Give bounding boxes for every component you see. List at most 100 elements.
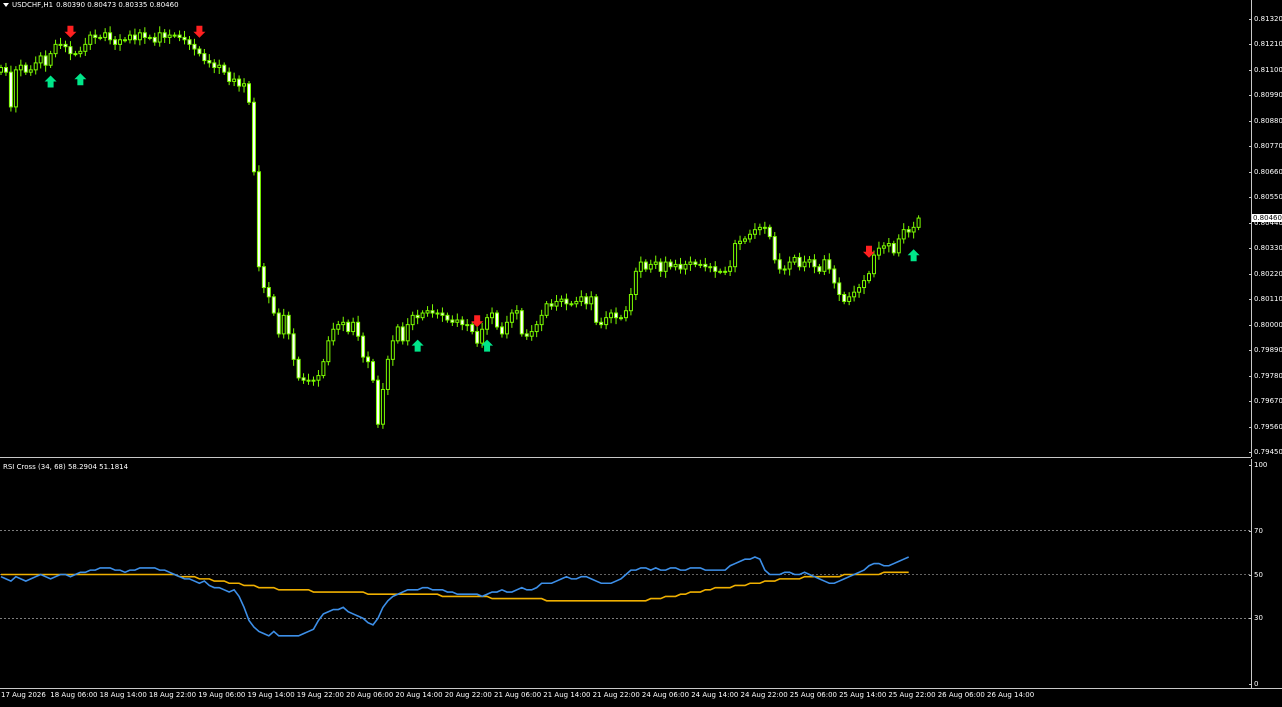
- bull-candle-body: [876, 247, 881, 256]
- bear-candle-body: [256, 171, 261, 268]
- bull-candle-body: [673, 263, 678, 268]
- bear-candle-body: [247, 83, 251, 103]
- time-axis-label: 24 Aug 06:00: [641, 691, 690, 699]
- rsi-slow-line: [1, 571, 909, 602]
- price-axis[interactable]: 0.81320 0.81210 0.81100 0.80990 0.80880 0.807…: [1249, 0, 1282, 457]
- bull-candle-body: [653, 261, 658, 265]
- bull-candle-body: [718, 270, 723, 273]
- main-chart-pane[interactable]: [0, 0, 1251, 456]
- rsi-cross-chart[interactable]: [0, 459, 1251, 688]
- bear-candle-body: [132, 34, 137, 41]
- indicator-tick-mark: [1249, 618, 1252, 620]
- bear-candle-body: [261, 266, 266, 289]
- bull-candle-body: [53, 43, 58, 55]
- bull-candle-body: [534, 324, 539, 333]
- dropdown-triangle-icon[interactable]: [3, 3, 9, 7]
- bear-candle-body: [68, 46, 73, 55]
- bear-candle-body: [797, 256, 802, 268]
- bull-candle-body: [435, 312, 440, 315]
- indicator-pane[interactable]: [0, 459, 1251, 688]
- time-axis-label: 26 Aug 06:00: [937, 691, 985, 699]
- bull-candle-body: [648, 263, 653, 270]
- time-axis[interactable]: 17 Aug 2026 18 Aug 06:00 18 Aug 14:00 18 Au…: [0, 688, 1282, 707]
- indicator-tick-mark: [1249, 684, 1252, 685]
- bear-candle-body: [8, 71, 13, 108]
- bear-candle-body: [584, 296, 589, 305]
- bear-candle-body: [227, 71, 232, 82]
- indicator-scale-label: 50: [1254, 570, 1263, 579]
- time-axis-label: 18 Aug 06:00: [50, 691, 98, 699]
- bull-candle-body: [574, 300, 579, 305]
- bull-candle-body: [698, 263, 703, 266]
- bull-candle-body: [554, 300, 559, 307]
- bear-candle-body: [832, 268, 837, 284]
- bull-candle-body: [385, 358, 390, 390]
- bull-candle-body: [341, 321, 346, 326]
- chart-symbol-header: USDCHF,H1 0.80390 0.80473 0.80335 0.8046…: [3, 1, 179, 9]
- bull-candle-body: [28, 69, 33, 73]
- price-tick-label: 0.81210: [1254, 40, 1282, 49]
- bull-candle-body: [504, 321, 509, 335]
- bull-candle-body: [485, 317, 490, 330]
- bull-candle-body: [747, 233, 752, 240]
- arrow-up-shape: [44, 75, 57, 88]
- indicator-tick-mark: [1249, 465, 1252, 466]
- bull-candle-body: [48, 53, 53, 66]
- bear-candle-body: [197, 48, 202, 55]
- bear-candle-body: [668, 261, 673, 268]
- indicator-tick-mark: [1249, 530, 1252, 532]
- bull-candle-body: [78, 50, 83, 55]
- bear-candle-body: [658, 261, 663, 272]
- price-tick-label: 0.81100: [1254, 65, 1282, 74]
- indicator-scale-axis[interactable]: 100 70 50 30 0: [1249, 459, 1282, 689]
- bull-candle-body: [638, 261, 643, 272]
- bear-candle-body: [63, 43, 68, 48]
- buy-arrow-icon: [74, 73, 87, 86]
- bear-candle-body: [599, 321, 604, 326]
- price-tick-label: 0.79670: [1254, 397, 1282, 406]
- bear-candle-body: [182, 36, 187, 41]
- bear-candle-body: [251, 101, 256, 173]
- bull-candle-body: [316, 375, 321, 381]
- bull-candle-body: [98, 36, 103, 39]
- bull-candle-body: [321, 361, 326, 377]
- bull-candle-body: [118, 39, 123, 45]
- bull-candle-body: [852, 291, 857, 298]
- bear-candle-body: [361, 335, 366, 358]
- bull-candle-body: [455, 319, 460, 323]
- bull-candle-body: [217, 64, 222, 69]
- price-tick-mark: [1249, 120, 1252, 122]
- bear-candle-body: [519, 310, 524, 335]
- bear-candle-body: [440, 312, 445, 316]
- bear-candle-body: [450, 319, 455, 323]
- bull-candle-body: [683, 263, 688, 270]
- bear-candle-body: [276, 312, 281, 335]
- bull-candle-body: [425, 310, 430, 314]
- candlestick-chart[interactable]: [0, 0, 1251, 456]
- arrow-up-shape: [411, 339, 424, 352]
- bull-candle-body: [420, 312, 425, 319]
- bull-candle-body: [633, 270, 638, 296]
- bull-candle-body: [0, 67, 3, 73]
- bull-candle-body: [514, 310, 519, 314]
- bull-candle-body: [544, 303, 549, 316]
- pane-separator[interactable]: [0, 457, 1251, 458]
- buy-arrow-icon: [411, 339, 424, 352]
- bear-candle-body: [703, 263, 708, 268]
- bull-candle-body: [792, 256, 797, 263]
- indicator-scale-label: 70: [1254, 526, 1263, 535]
- bear-candle-body: [207, 60, 212, 64]
- time-axis-label: 19 Aug 14:00: [247, 691, 295, 699]
- bull-candle-body: [822, 259, 827, 272]
- bear-candle-body: [177, 34, 182, 38]
- bear-candle-body: [693, 261, 698, 265]
- bear-candle-body: [375, 379, 380, 425]
- bull-candle-body: [708, 266, 713, 269]
- time-axis-label: 19 Aug 06:00: [198, 691, 246, 699]
- arrow-down-shape: [64, 25, 77, 38]
- price-tick-label: 0.80660: [1254, 167, 1282, 176]
- bull-candle-body: [311, 379, 316, 382]
- time-axis-label: 25 Aug 14:00: [839, 691, 887, 699]
- bear-candle-body: [549, 303, 554, 307]
- bull-candle-body: [465, 324, 470, 327]
